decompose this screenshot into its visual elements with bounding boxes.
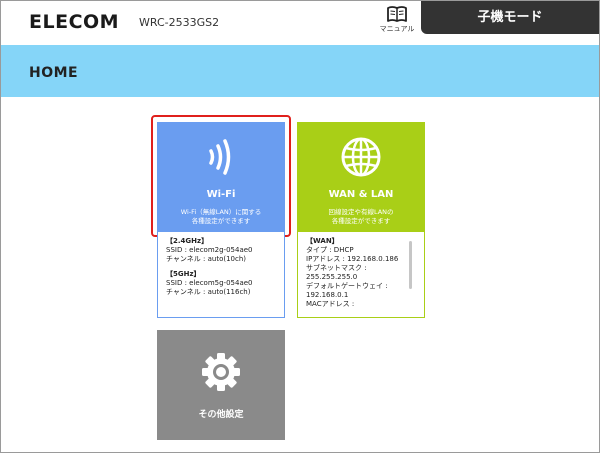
manual-button[interactable]: マニュアル — [377, 5, 417, 39]
router-admin-window: ELECOM WRC-2533GS2 マニュアル 子機モード HOME Wi-F… — [0, 0, 600, 453]
wan-info-panel: 【WAN】 タイプ : DHCP IPアドレス : 192.168.0.186 … — [297, 232, 425, 318]
wan-gateway-value: 192.168.0.1 — [306, 291, 349, 299]
wan-type: タイプ : DHCP — [306, 246, 354, 254]
wan-panel-scrollbar[interactable] — [409, 241, 412, 289]
page-title: HOME — [29, 65, 79, 81]
band-5ghz-header: 【5GHz】 — [166, 270, 201, 278]
wan-gateway-label: デフォルトゲートウェイ : — [306, 282, 388, 290]
wan-subnet-label: サブネットマスク : — [306, 264, 367, 272]
model-name: WRC-2533GS2 — [139, 16, 220, 29]
wifi-tile-title: Wi-Fi — [206, 189, 236, 200]
wan-mac-label: MACアドレス : — [306, 300, 355, 308]
band-5ghz-channel: チャンネル : auto(116ch) — [166, 288, 251, 296]
wifi-info-panel: 【2.4GHz】 SSID : elecom2g-054ae0 チャンネル : … — [157, 232, 285, 318]
other-settings-title: その他設定 — [198, 410, 244, 420]
wan-lan-tile-title: WAN & LAN — [328, 189, 394, 200]
other-settings-tile[interactable]: その他設定 — [157, 330, 285, 440]
wan-lan-tile[interactable]: WAN & LAN 回線設定や有線LANの 各種設定ができます — [297, 122, 425, 232]
band-24ghz-header: 【2.4GHz】 — [166, 237, 209, 245]
book-icon — [377, 5, 417, 23]
wifi-tile[interactable]: Wi-Fi Wi-Fi（無線LAN）に関する 各種設定ができます — [157, 122, 285, 232]
manual-label: マニュアル — [379, 25, 415, 33]
wan-header: 【WAN】 — [306, 237, 339, 245]
band-24ghz-ssid: SSID : elecom2g-054ae0 — [166, 246, 253, 254]
client-mode-button[interactable]: 子機モード — [421, 1, 599, 34]
wan-lan-tile-description: 回線設定や有線LANの 各種設定ができます — [328, 208, 394, 225]
band-24ghz-channel: チャンネル : auto(10ch) — [166, 255, 247, 263]
gear-icon — [157, 350, 285, 394]
wifi-tile-description: Wi-Fi（無線LAN）に関する 各種設定ができます — [180, 208, 262, 225]
page-title-bar: HOME — [1, 45, 599, 97]
wan-ip-address: IPアドレス : 192.168.0.186 — [306, 255, 399, 263]
band-5ghz-ssid: SSID : elecom5g-054ae0 — [166, 279, 253, 287]
wifi-signal-icon — [157, 136, 285, 178]
wan-subnet-value: 255.255.255.0 — [306, 273, 358, 281]
elecom-logo: ELECOM — [29, 11, 120, 33]
globe-icon — [297, 136, 425, 180]
top-header: ELECOM WRC-2533GS2 マニュアル 子機モード — [1, 1, 599, 45]
